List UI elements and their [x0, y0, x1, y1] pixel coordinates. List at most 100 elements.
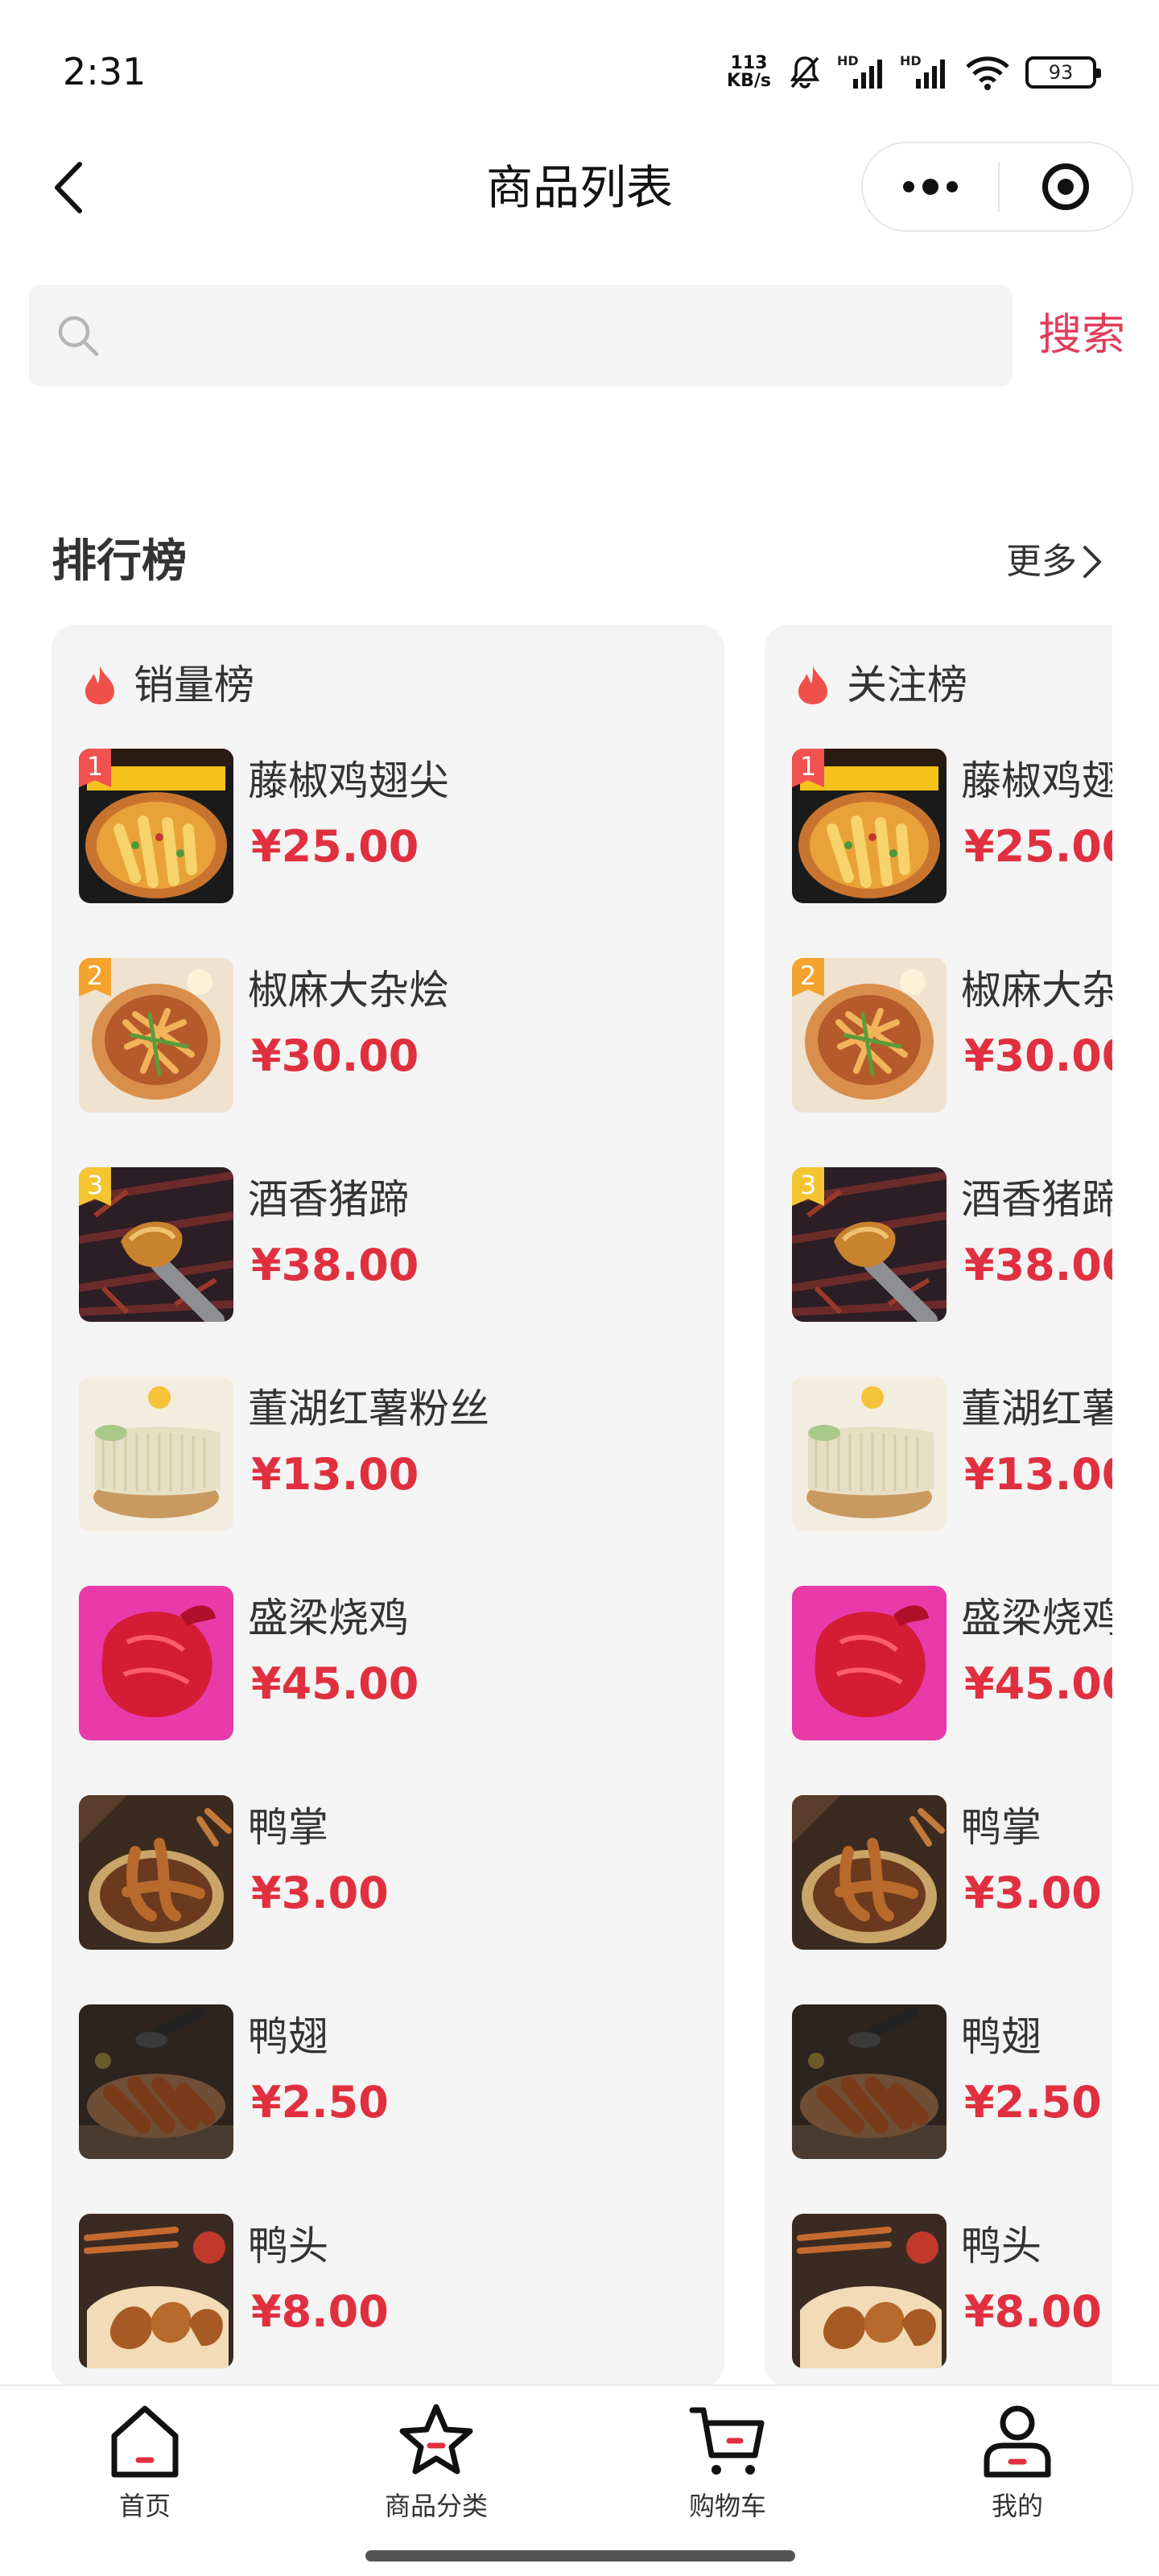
product-thumbnail	[792, 1377, 947, 1531]
product-price: ¥13.00	[964, 1449, 1112, 1500]
product-name: 酒香猪蹄	[248, 1176, 409, 1223]
flame-icon	[798, 666, 827, 704]
product-thumbnail: 3	[79, 1167, 233, 1322]
back-button[interactable]	[40, 159, 97, 216]
search-icon	[58, 316, 99, 357]
product-item[interactable]: 1 藤椒鸡翅尖 ¥25.00	[792, 749, 1112, 903]
chevron-left-icon	[55, 162, 82, 213]
product-name: 鸭翅	[961, 2013, 1041, 2060]
more-label: 更多	[1006, 541, 1077, 582]
network-speed-value: 113	[730, 53, 768, 73]
card-title: 关注榜	[847, 662, 967, 708]
star-icon	[399, 2404, 473, 2475]
more-link[interactable]: 更多	[1006, 538, 1103, 586]
tab-bar: 首页 商品分类 购物车 我的	[0, 2384, 1159, 2576]
product-price: ¥3.00	[964, 1868, 1102, 1918]
product-thumbnail	[792, 1586, 947, 1740]
search-box	[29, 285, 1013, 386]
search-button[interactable]: 搜索	[1038, 303, 1125, 367]
product-price: ¥45.00	[251, 1658, 419, 1709]
tab-cart[interactable]: 购物车	[647, 2401, 808, 2542]
product-name: 椒麻大杂烩	[248, 967, 449, 1013]
product-item[interactable]: 1 藤椒鸡翅尖 ¥25.00	[79, 749, 707, 903]
mute-bell-icon	[790, 56, 820, 89]
product-price: ¥2.50	[964, 2077, 1102, 2128]
product-thumbnail: 1	[79, 749, 233, 903]
product-item[interactable]: 鸭翅 ¥2.50	[79, 2004, 707, 2159]
signal-icon: HD	[900, 53, 950, 89]
product-item[interactable]: 2 椒麻大杂烩 ¥30.00	[792, 958, 1112, 1113]
battery-indicator: 93	[1025, 56, 1101, 89]
tab-home[interactable]: 首页	[64, 2401, 225, 2542]
product-price: ¥2.50	[251, 2077, 389, 2128]
product-item[interactable]: 鸭头 ¥8.00	[792, 2214, 1112, 2368]
product-name: 盛梁烧鸡	[248, 1595, 409, 1641]
signal-hd-label: HD	[900, 53, 922, 68]
product-price: ¥30.00	[251, 1030, 419, 1081]
tab-categories[interactable]: 商品分类	[356, 2401, 517, 2542]
cart-icon	[689, 2407, 765, 2475]
tab-mine[interactable]: 我的	[937, 2401, 1098, 2542]
more-options-button[interactable]	[863, 143, 998, 230]
product-name: 鸭掌	[248, 1804, 328, 1851]
dot	[903, 181, 914, 192]
product-item[interactable]: 盛梁烧鸡 ¥45.00	[792, 1586, 1112, 1740]
product-price: ¥45.00	[964, 1658, 1112, 1709]
product-item[interactable]: 董湖红薯粉丝 ¥13.00	[79, 1377, 707, 1531]
product-item[interactable]: 3 酒香猪蹄 ¥38.00	[792, 1167, 1112, 1322]
product-name: 盛梁烧鸡	[961, 1595, 1112, 1641]
user-icon	[984, 2405, 1051, 2478]
product-price: ¥25.00	[964, 821, 1112, 872]
close-mini-program-button[interactable]	[1000, 143, 1132, 230]
product-item[interactable]: 3 酒香猪蹄 ¥38.00	[79, 1167, 707, 1322]
product-price: ¥13.00	[251, 1449, 419, 1500]
home-icon	[111, 2405, 179, 2478]
home-indicator	[365, 2550, 795, 2562]
status-icons: 113 KB/s HD HD 93	[727, 50, 1101, 95]
product-thumbnail: 2	[792, 958, 947, 1113]
product-item[interactable]: 鸭掌 ¥3.00	[79, 1795, 707, 1950]
product-thumbnail	[79, 1377, 233, 1531]
product-thumbnail	[79, 1795, 233, 1950]
signal-icon: HD	[837, 53, 887, 89]
product-name: 董湖红薯粉丝	[961, 1385, 1112, 1432]
network-speed-unit: KB/s	[727, 71, 771, 91]
network-speed: 113 KB/s	[727, 55, 771, 90]
product-name: 董湖红薯粉丝	[248, 1385, 489, 1432]
product-price: ¥3.00	[251, 1868, 389, 1918]
product-name: 鸭翅	[248, 2013, 328, 2060]
product-name: 藤椒鸡翅尖	[248, 758, 449, 804]
card-header: 关注榜	[795, 657, 967, 713]
product-price: ¥38.00	[964, 1240, 1112, 1290]
dot	[947, 181, 958, 192]
product-name: 椒麻大杂烩	[961, 967, 1112, 1013]
product-item[interactable]: 盛梁烧鸡 ¥45.00	[79, 1586, 707, 1740]
product-price: ¥8.00	[964, 2286, 1102, 2337]
product-name: 酒香猪蹄	[961, 1176, 1112, 1223]
product-item[interactable]: 2 椒麻大杂烩 ¥30.00	[79, 958, 707, 1113]
tab-label: 我的	[991, 2491, 1043, 2521]
ranking-carousel[interactable]: 销量榜 1 藤椒鸡翅尖 ¥25.00 2 椒麻大杂烩 ¥30.00 3 酒香猪蹄 ¥38.00 董湖…	[52, 625, 1112, 2388]
product-name: 鸭掌	[961, 1804, 1041, 1851]
search-input[interactable]	[118, 309, 987, 362]
follow-ranking-card: 关注榜 1 藤椒鸡翅尖 ¥25.00 2 椒麻大杂烩 ¥30.00 3 酒香猪蹄 ¥38.00 董湖…	[765, 625, 1112, 2388]
ranking-track: 销量榜 1 藤椒鸡翅尖 ¥25.00 2 椒麻大杂烩 ¥30.00 3 酒香猪蹄 ¥38.00 董湖…	[52, 625, 1112, 2388]
wifi-icon	[966, 56, 1009, 90]
signal-hd-label: HD	[837, 53, 859, 68]
status-time: 2:31	[63, 50, 146, 93]
product-item[interactable]: 鸭翅 ¥2.50	[792, 2004, 1112, 2159]
card-header: 销量榜	[82, 657, 254, 713]
tab-label: 首页	[118, 2491, 171, 2521]
product-price: ¥8.00	[251, 2286, 389, 2337]
product-item[interactable]: 董湖红薯粉丝 ¥13.00	[792, 1377, 1112, 1531]
product-name: 鸭头	[248, 2223, 328, 2269]
product-thumbnail	[79, 2214, 233, 2368]
product-thumbnail: 3	[792, 1167, 947, 1322]
product-thumbnail: 1	[792, 749, 947, 903]
nav-bar: 商品列表	[0, 137, 1159, 242]
product-name: 藤椒鸡翅尖	[961, 758, 1112, 804]
status-bar: 2:31 113 KB/s HD HD 93	[0, 0, 1159, 137]
product-item[interactable]: 鸭掌 ¥3.00	[792, 1795, 1112, 1950]
product-thumbnail: 2	[79, 958, 233, 1113]
product-item[interactable]: 鸭头 ¥8.00	[79, 2214, 707, 2368]
